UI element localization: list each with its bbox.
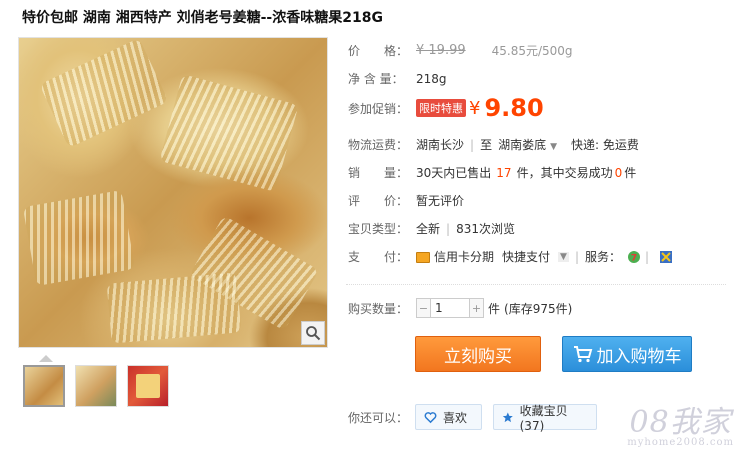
sales-prefix: 30天内已售出 bbox=[416, 166, 492, 180]
zoom-icon[interactable] bbox=[301, 321, 325, 345]
decrement-button[interactable]: − bbox=[417, 299, 430, 317]
promo-badge: 限时特惠 bbox=[416, 99, 466, 117]
price-label: 价 格： bbox=[348, 44, 409, 58]
site-watermark: 08我家 myhome2008.com bbox=[627, 397, 734, 448]
product-title: 特价包邮 湖南 湘西特产 刘俏老号姜糖--浓香味糖果218G bbox=[22, 10, 383, 26]
sales-suffix: 件 bbox=[624, 166, 637, 180]
cart-icon bbox=[573, 346, 592, 363]
promo-price: 9.80 bbox=[484, 94, 544, 122]
sales-mid: 件，其中交易成功 bbox=[516, 166, 613, 180]
svg-text:7: 7 bbox=[631, 253, 637, 263]
increment-button[interactable]: + bbox=[470, 299, 483, 317]
payment-label: 支 付： bbox=[348, 250, 409, 264]
service-label: 服务： bbox=[585, 250, 622, 264]
watermark-url: myhome2008.com bbox=[627, 437, 734, 448]
currency-symbol: ¥ bbox=[469, 97, 481, 119]
item-type-label: 宝贝类型： bbox=[348, 222, 409, 236]
chevron-down-icon: ▼ bbox=[550, 142, 558, 152]
quantity-unit: 件 bbox=[488, 301, 501, 316]
like-button[interactable]: 喜欢 bbox=[415, 404, 482, 430]
heart-icon bbox=[424, 411, 437, 423]
credit-installment[interactable]: 信用卡分期 bbox=[434, 248, 494, 265]
thumbnail-1[interactable] bbox=[23, 365, 65, 407]
watermark-brand: 08我家 bbox=[629, 405, 732, 440]
unit-price: 45.85元/500g bbox=[491, 44, 573, 58]
stock-count: (库存975件) bbox=[504, 301, 573, 316]
success-count: 0 bbox=[614, 165, 623, 180]
ship-to-select[interactable]: 湖南娄底 ▼ bbox=[498, 136, 557, 153]
add-to-cart-button[interactable]: 加入购物车 bbox=[562, 336, 692, 372]
promo-label: 参加促销： bbox=[348, 101, 409, 116]
thumbnail-3[interactable] bbox=[127, 365, 169, 407]
separator: | bbox=[574, 249, 579, 264]
seven-day-return-icon[interactable]: 7 bbox=[627, 250, 641, 264]
quantity-label: 购买数量： bbox=[348, 301, 409, 316]
view-count: 831次浏览 bbox=[456, 222, 515, 236]
more-actions-label: 你还可以： bbox=[348, 411, 409, 425]
star-icon bbox=[502, 412, 513, 422]
sales-label: 销 量： bbox=[348, 166, 409, 180]
net-weight-label: 净 含 量： bbox=[348, 72, 404, 86]
buy-now-label: 立刻购买 bbox=[444, 346, 512, 367]
quantity-input[interactable] bbox=[430, 299, 470, 317]
condition-value: 全新 bbox=[416, 222, 441, 236]
favorite-label: 收藏宝贝 (37) bbox=[519, 403, 568, 433]
quantity-stepper[interactable]: − + bbox=[416, 298, 484, 318]
thumbnail-2[interactable] bbox=[75, 365, 117, 407]
ship-from: 湖南长沙 bbox=[416, 138, 465, 152]
express-fee: 快递: 免运费 bbox=[571, 138, 639, 152]
separator: | bbox=[645, 249, 650, 264]
quick-pay[interactable]: 快捷支付 bbox=[502, 248, 550, 265]
add-to-cart-label: 加入购物车 bbox=[596, 346, 682, 367]
buy-now-button[interactable]: 立刻购买 bbox=[415, 336, 541, 372]
like-label: 喜欢 bbox=[443, 410, 468, 425]
guarantee-icon[interactable] bbox=[659, 250, 673, 264]
chevron-down-icon[interactable]: ▼ bbox=[558, 251, 569, 262]
review-label: 评 价： bbox=[348, 194, 409, 208]
separator: | bbox=[470, 137, 475, 152]
ship-to-prefix: 至 bbox=[480, 138, 493, 152]
favorite-button[interactable]: 收藏宝贝 (37) bbox=[493, 403, 597, 433]
divider bbox=[346, 284, 726, 285]
review-value[interactable]: 暂无评价 bbox=[416, 192, 464, 209]
credit-card-icon bbox=[416, 252, 430, 263]
separator: | bbox=[446, 221, 451, 236]
sold-count: 17 bbox=[496, 165, 512, 180]
shipping-label: 物流运费： bbox=[348, 138, 409, 152]
original-price: ¥ 19.99 bbox=[416, 43, 466, 58]
net-weight-value: 218g bbox=[416, 71, 447, 86]
thumbnail-pointer bbox=[39, 355, 53, 362]
product-main-image[interactable] bbox=[18, 37, 328, 348]
